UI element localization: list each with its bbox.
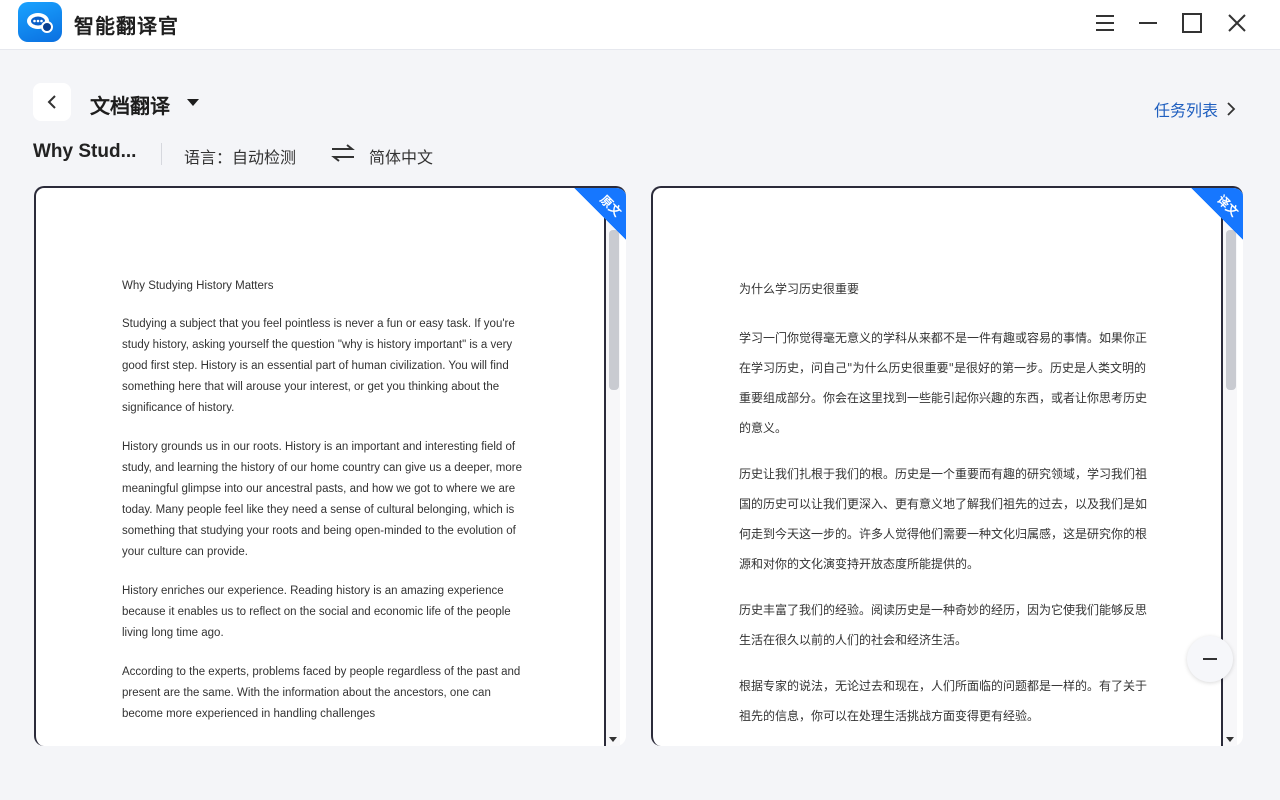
target-language[interactable]: 简体中文 — [369, 144, 433, 168]
original-badge: 原文 — [574, 188, 626, 240]
minus-icon — [1203, 658, 1217, 660]
original-badge-label: 原文 — [597, 192, 625, 220]
divider — [161, 143, 162, 165]
translation-panel: 为什么学习历史很重要 学习一门你觉得毫无意义的学科从来都不是一件有趣或容易的事情… — [651, 186, 1243, 746]
swap-icon[interactable] — [330, 143, 356, 163]
app-logo-icon — [18, 2, 62, 42]
scroll-down-arrow-icon[interactable] — [1226, 737, 1234, 742]
task-list-link[interactable]: 任务列表 — [1154, 97, 1236, 121]
zoom-out-button[interactable] — [1187, 636, 1233, 682]
original-document: Why Studying History Matters Studying a … — [36, 188, 604, 746]
original-paragraph: Studying a subject that you feel pointle… — [122, 318, 515, 414]
title-bar: 智能翻译官 — [0, 0, 1280, 50]
translation-paragraph: 历史让我们扎根于我们的根。历史是一个重要而有趣的研究领域，学习我们祖国的历史可以… — [739, 467, 1148, 571]
file-name: Why Stud... — [33, 141, 137, 162]
close-icon[interactable] — [1220, 8, 1254, 38]
translation-document: 为什么学习历史很重要 学习一门你觉得毫无意义的学科从来都不是一件有趣或容易的事情… — [653, 188, 1221, 746]
translation-badge: 译文 — [1191, 188, 1243, 240]
app-title: 智能翻译官 — [74, 16, 179, 38]
task-list-label: 任务列表 — [1153, 103, 1218, 120]
translation-paragraph: 根据专家的说法，无论过去和现在，人们所面临的问题都是一样的。有了关于祖先的信息，… — [739, 679, 1148, 723]
menu-icon[interactable] — [1088, 8, 1122, 38]
original-panel: Why Studying History Matters Studying a … — [34, 186, 626, 746]
original-title: Why Studying History Matters — [122, 280, 274, 292]
minimize-icon[interactable] — [1131, 8, 1165, 38]
chevron-left-icon — [47, 95, 56, 109]
chevron-right-icon — [1227, 102, 1236, 116]
scroll-down-arrow-icon[interactable] — [609, 737, 617, 742]
original-scrollbar[interactable] — [604, 216, 620, 746]
translation-paragraph: 历史丰富了我们的经验。阅读历史是一种奇妙的经历，因为它使我们能够反思生活在很久以… — [739, 603, 1148, 647]
original-paragraph: History grounds us in our roots. History… — [122, 441, 522, 558]
translation-badge-label: 译文 — [1214, 192, 1242, 220]
scroll-thumb[interactable] — [1226, 230, 1236, 390]
caret-down-icon[interactable] — [184, 94, 202, 110]
original-paragraph: According to the experts, problems faced… — [122, 666, 521, 720]
back-button[interactable] — [33, 83, 71, 121]
maximize-icon[interactable] — [1175, 8, 1209, 38]
translation-paragraph: 学习一门你觉得毫无意义的学科从来都不是一件有趣或容易的事情。如果你正在学习历史，… — [739, 331, 1148, 435]
translation-title: 为什么学习历史很重要 — [739, 282, 860, 296]
mode-title[interactable]: 文档翻译 — [90, 90, 170, 119]
scroll-thumb[interactable] — [609, 230, 619, 390]
source-language[interactable]: 语言：自动检测 — [184, 144, 296, 168]
original-paragraph: History enriches our experience. Reading… — [122, 585, 511, 639]
